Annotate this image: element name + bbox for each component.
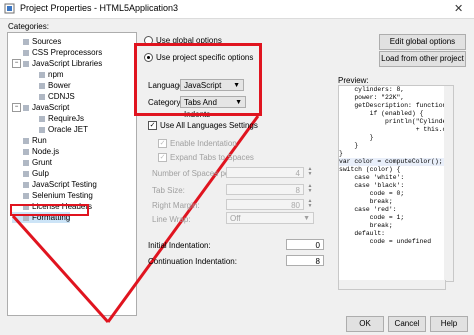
expand-tabs-checkbox[interactable]: ✓ Expand Tabs to Spaces [158, 153, 254, 163]
spinner-icon[interactable]: ▲ ▼ [306, 199, 314, 210]
checkbox-checked-icon: ✓ [148, 121, 157, 131]
code-line: } [339, 134, 374, 141]
continuation-indentation-field[interactable]: 8 [286, 255, 324, 266]
code-line: case 'red': [339, 206, 397, 213]
code-line: default: [339, 230, 386, 237]
code-line: break; [339, 222, 393, 229]
code-line: code = undefined [339, 238, 432, 245]
code-line: code = 0; [339, 190, 405, 197]
code-line: case 'black': [339, 182, 405, 189]
right-margin-label: Right Margin: [152, 201, 200, 210]
use-all-languages-label: Use All Languages Settings [160, 121, 258, 130]
use-all-languages-checkbox[interactable]: ✓ Use All Languages Settings [148, 121, 258, 131]
initial-indentation-label: Initial Indentation: [148, 241, 211, 250]
code-line: getDescription: function () [354, 102, 446, 109]
code-line: power: "22K", [339, 94, 405, 101]
preview-horizontal-scrollbar[interactable] [338, 280, 446, 290]
code-line: code = 1; [339, 214, 405, 221]
code-line: + this.cylin [415, 126, 445, 133]
code-line: } [339, 150, 343, 157]
right-margin-field[interactable]: 80 [226, 199, 304, 210]
code-line: case 'white': [339, 174, 405, 181]
tab-size-field[interactable]: 8 [226, 184, 304, 195]
continuation-indentation-label: Continuation Indentation: [148, 257, 237, 266]
code-line: cylinders: 8, [339, 86, 405, 93]
checkbox-checked-icon: ✓ [158, 153, 167, 163]
spinner-icon[interactable]: ▲ ▼ [306, 167, 314, 178]
enable-indentation-checkbox[interactable]: ✓ Enable Indentation [158, 139, 237, 149]
spaces-per-indent-field[interactable]: 4 [226, 167, 304, 178]
chevron-down-icon: ▼ [303, 215, 310, 222]
code-line: } [339, 142, 359, 149]
cancel-button[interactable]: Cancel [388, 316, 426, 332]
checkbox-checked-icon: ✓ [158, 139, 167, 149]
tab-size-label: Tab Size: [152, 186, 185, 195]
line-wrap-select[interactable]: Off ▼ [226, 212, 314, 224]
code-line: switch (color) { [339, 166, 401, 173]
code-line: var color = computeColor(); [339, 158, 445, 166]
spinner-icon[interactable]: ▲ ▼ [306, 184, 314, 195]
code-line: if (enabled) { [339, 110, 424, 117]
line-wrap-value: Off [230, 214, 241, 223]
ok-button[interactable]: OK [346, 316, 384, 332]
enable-indentation-label: Enable Indentation [170, 139, 237, 148]
preview-code-area[interactable]: cylinders: 8, power: "22K", getDescripti… [338, 85, 446, 282]
code-line: println("Cylinders: [385, 118, 446, 125]
preview-label: Preview: [338, 76, 369, 85]
code-line: break; [339, 198, 393, 205]
preview-vertical-scrollbar[interactable] [444, 85, 454, 282]
help-button[interactable]: Help [430, 316, 468, 332]
initial-indentation-field[interactable]: 0 [286, 239, 324, 250]
line-wrap-label: Line Wrap: [152, 215, 191, 224]
expand-tabs-label: Expand Tabs to Spaces [170, 153, 254, 162]
